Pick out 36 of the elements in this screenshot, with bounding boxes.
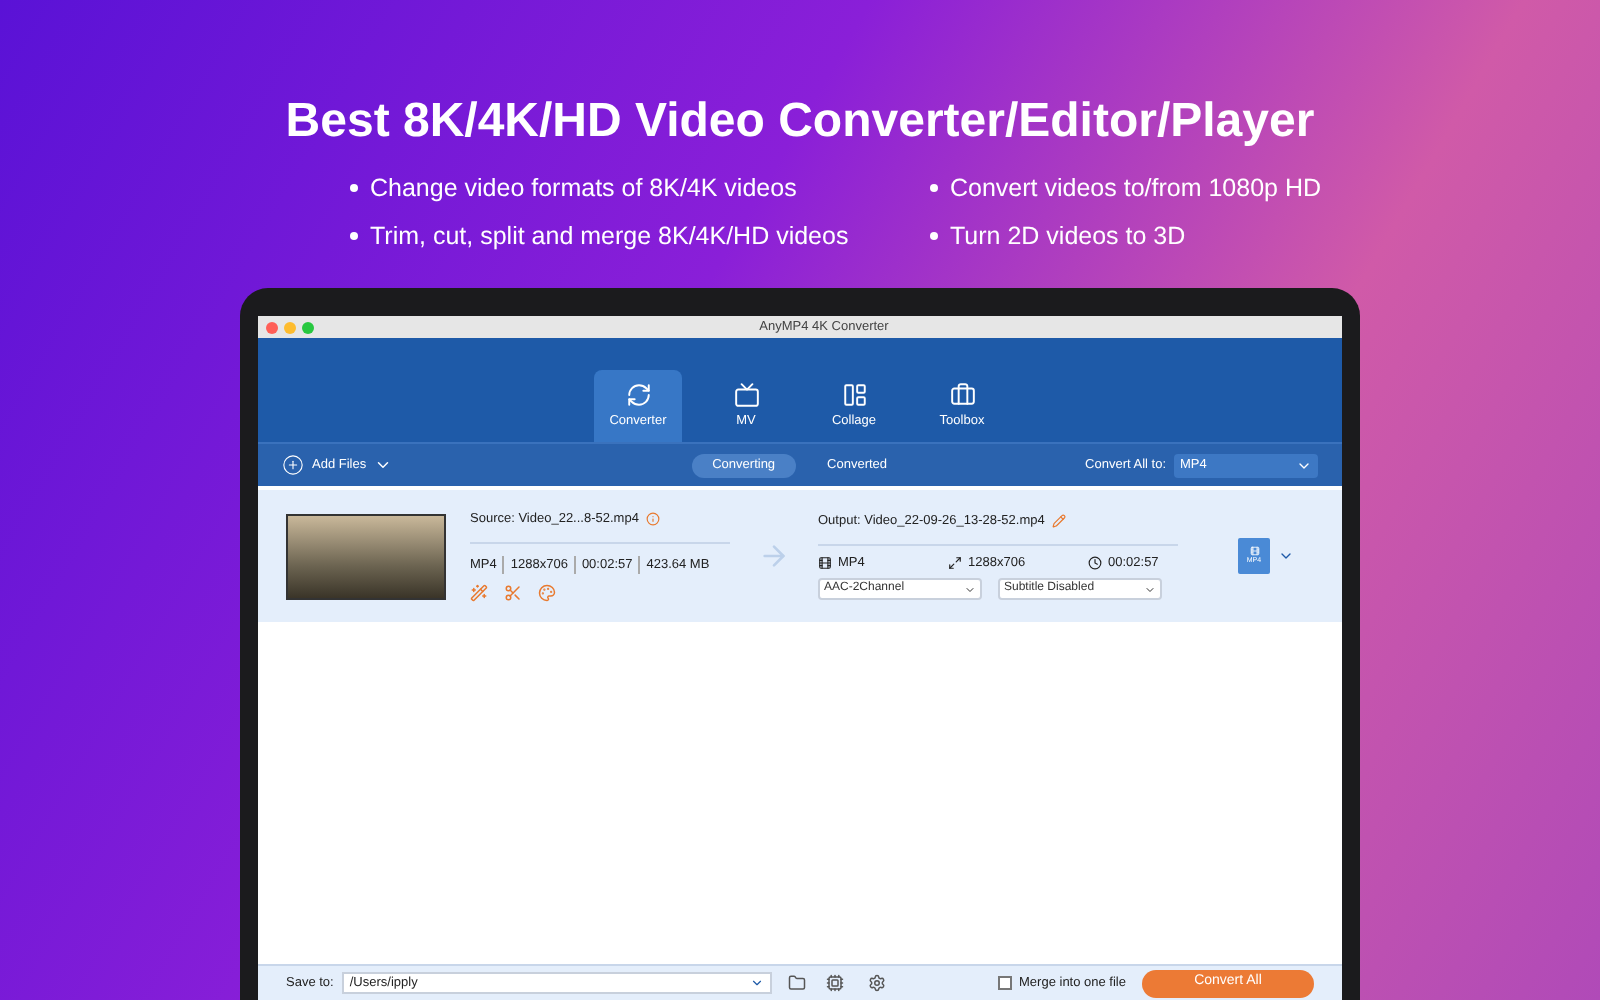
film-icon [1249, 545, 1259, 556]
add-icon [282, 454, 304, 476]
tab-icon [625, 381, 651, 408]
dropdown-icon[interactable] [1278, 548, 1294, 564]
feature-text: Turn 2D videos to 3D [950, 220, 1186, 252]
caret-icon [1144, 583, 1156, 596]
maximize-icon[interactable] [302, 321, 314, 333]
settings-icon[interactable] [867, 974, 886, 992]
bullet-icon [930, 232, 938, 240]
info-icon[interactable] [646, 512, 661, 527]
film-icon [818, 555, 832, 570]
tab-icon [733, 381, 759, 408]
tab-icon [949, 381, 975, 408]
minimize-icon[interactable] [284, 321, 296, 333]
edit-icon[interactable] [1052, 514, 1067, 529]
palette-icon[interactable] [538, 584, 556, 603]
merge-checkbox[interactable] [997, 976, 1012, 990]
clock-icon [1088, 555, 1102, 570]
dropdown-icon[interactable] [374, 456, 393, 474]
magic-wand-icon[interactable] [470, 584, 488, 603]
folder-icon[interactable] [787, 974, 806, 992]
bullet-icon [350, 232, 358, 240]
bullet-icon [350, 184, 358, 192]
tab-icon [841, 381, 867, 408]
feature-text: Convert videos to/from 1080p HD [950, 172, 1322, 204]
caret-icon [964, 583, 976, 596]
caret-icon [749, 976, 764, 990]
scissors-icon[interactable] [504, 584, 522, 603]
arrow-icon [758, 540, 790, 572]
feature-text: Trim, cut, split and merge 8K/4K/HD videos [370, 220, 849, 252]
close-icon[interactable] [266, 321, 278, 333]
resize-icon [948, 555, 962, 570]
headline: Best 8K/4K/HD Video Converter/Editor/Player [285, 92, 1315, 152]
bullet-icon [930, 184, 938, 192]
feature-text: Change video formats of 8K/4K videos [370, 172, 797, 204]
chip-icon[interactable] [825, 974, 844, 992]
